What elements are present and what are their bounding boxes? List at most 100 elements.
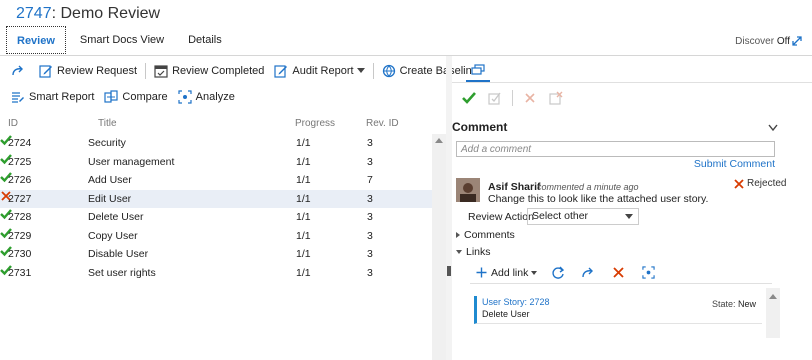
splitter-grip[interactable] — [447, 266, 451, 276]
links-scrollbar[interactable] — [766, 288, 780, 338]
cell-rev-id: 7 — [367, 174, 373, 186]
rejected-icon — [734, 178, 744, 189]
edit-request-icon — [39, 65, 52, 78]
link-state-value: New — [737, 299, 756, 309]
panel-splitter[interactable] — [446, 56, 452, 360]
column-header-title[interactable]: Title — [98, 118, 117, 129]
comments-section-label: Comments — [464, 229, 515, 241]
comment-input[interactable]: Add a comment — [456, 141, 775, 157]
review-id: 2747 — [16, 5, 52, 22]
refresh-links-button[interactable] — [543, 262, 573, 284]
cell-progress: 1/1 — [296, 174, 311, 186]
toolbar-separator — [372, 63, 374, 79]
review-action-select[interactable]: Select other — [527, 208, 639, 225]
cell-id: 2730 — [8, 248, 32, 260]
table-row[interactable]: 2728 Delete User 1/1 3 — [0, 208, 432, 227]
cell-progress: 1/1 — [296, 192, 311, 205]
review-completed-button[interactable]: Review Completed — [149, 60, 269, 82]
toolbar-separator — [512, 90, 513, 106]
cell-title: User management — [88, 155, 175, 168]
add-link-button[interactable]: Add link — [470, 267, 543, 279]
avatar — [456, 178, 480, 202]
smart-report-button[interactable]: Smart Report — [6, 86, 99, 108]
table-row[interactable]: 2725 User management 1/1 3 — [0, 153, 432, 172]
table-row[interactable]: 2730 Disable User 1/1 3 — [0, 245, 432, 264]
open-link-button[interactable] — [573, 262, 603, 284]
cell-id: 2731 — [8, 266, 32, 279]
smart-report-label: Smart Report — [29, 91, 95, 103]
table-row[interactable]: 2724 Security 1/1 3 — [0, 134, 432, 153]
submit-comment-link[interactable]: Submit Comment — [694, 158, 775, 170]
cell-id: 2724 — [8, 137, 32, 149]
comment-body: Change this to look like the attached us… — [488, 193, 709, 205]
links-section-toggle[interactable]: Links — [456, 246, 491, 258]
review-name: Demo Review — [60, 5, 161, 22]
tab-comments-panel[interactable] — [466, 56, 490, 82]
cell-rev-id: 3 — [367, 192, 373, 205]
checkmark-icon — [462, 92, 476, 104]
column-header-progress[interactable]: Progress — [295, 118, 335, 129]
cell-title: Delete User — [88, 211, 144, 223]
chevron-down-icon[interactable] — [768, 124, 778, 132]
compare-button[interactable]: Compare — [99, 86, 172, 108]
refresh-button[interactable] — [6, 60, 34, 82]
status-badge: Rejected — [734, 178, 786, 189]
edit-document-icon — [274, 65, 288, 78]
approve-button[interactable] — [456, 88, 482, 108]
cell-id: 2726 — [8, 174, 32, 186]
analyze-icon — [178, 90, 192, 104]
comments-section-toggle[interactable]: Comments — [456, 229, 515, 241]
edit-reject-icon — [549, 91, 563, 105]
remove-link-button[interactable] — [603, 262, 633, 284]
cell-title: Security — [88, 137, 126, 149]
cell-id: 2725 — [8, 155, 32, 168]
tab-review[interactable]: Review — [6, 26, 66, 54]
collapse-arrow-icon — [456, 250, 462, 254]
compare-icon — [104, 90, 119, 103]
reject-with-edit-button[interactable] — [543, 88, 569, 108]
grid-scrollbar[interactable] — [432, 134, 446, 360]
review-request-button[interactable]: Review Request — [34, 60, 142, 82]
table-row[interactable]: 2727 Edit User 1/1 3 — [0, 189, 432, 208]
discover-toggle[interactable]: Discover Off — [735, 36, 790, 47]
cell-progress: 1/1 — [296, 211, 311, 223]
table-row[interactable]: 2729 Copy User 1/1 3 — [0, 227, 432, 246]
user-avatar-icon — [456, 178, 480, 202]
column-header-id[interactable]: ID — [8, 118, 18, 129]
cell-id: 2728 — [8, 211, 32, 223]
review-actions-toolbar — [456, 88, 569, 108]
cell-title: Edit User — [88, 192, 132, 205]
analyze-button[interactable]: Analyze — [173, 86, 240, 108]
audit-report-label: Audit Report — [292, 65, 354, 77]
edit-check-icon — [488, 92, 501, 105]
analyze-icon — [642, 266, 655, 279]
cell-title: Copy User — [88, 229, 138, 242]
cell-title: Disable User — [88, 248, 149, 260]
scroll-up-icon[interactable] — [435, 138, 443, 143]
report-icon — [12, 92, 24, 103]
expand-icon[interactable] — [790, 34, 804, 48]
table-row[interactable]: 2731 Set user rights 1/1 3 — [0, 264, 432, 283]
expand-arrow-icon — [456, 232, 460, 238]
cell-progress: 1/1 — [296, 155, 311, 168]
toolbar-secondary: Smart Report Compare Analyze — [6, 86, 240, 108]
approve-with-edit-button[interactable] — [482, 88, 508, 108]
analyze-label: Analyze — [195, 91, 235, 103]
scroll-up-icon[interactable] — [769, 294, 777, 299]
comments-icon — [471, 64, 485, 75]
table-row[interactable]: 2726 Add User 1/1 7 — [0, 171, 432, 190]
tab-details[interactable]: Details — [178, 26, 232, 54]
link-item[interactable]: User Story: 2728 Delete User State: New — [474, 296, 762, 324]
analyze-links-button[interactable] — [633, 262, 663, 284]
tab-smart-docs-view[interactable]: Smart Docs View — [70, 26, 174, 54]
discover-value: Off — [776, 36, 790, 47]
redo-arrow-icon — [582, 267, 594, 277]
cell-rev-id: 3 — [367, 229, 373, 242]
review-request-label: Review Request — [57, 65, 138, 77]
column-header-rev-id[interactable]: Rev. ID — [366, 118, 399, 129]
cell-rev-id: 3 — [367, 266, 373, 279]
reject-button[interactable] — [517, 88, 543, 108]
audit-report-button[interactable]: Audit Report — [269, 60, 369, 82]
panel-divider — [452, 82, 812, 83]
toolbar-separator — [145, 63, 147, 79]
